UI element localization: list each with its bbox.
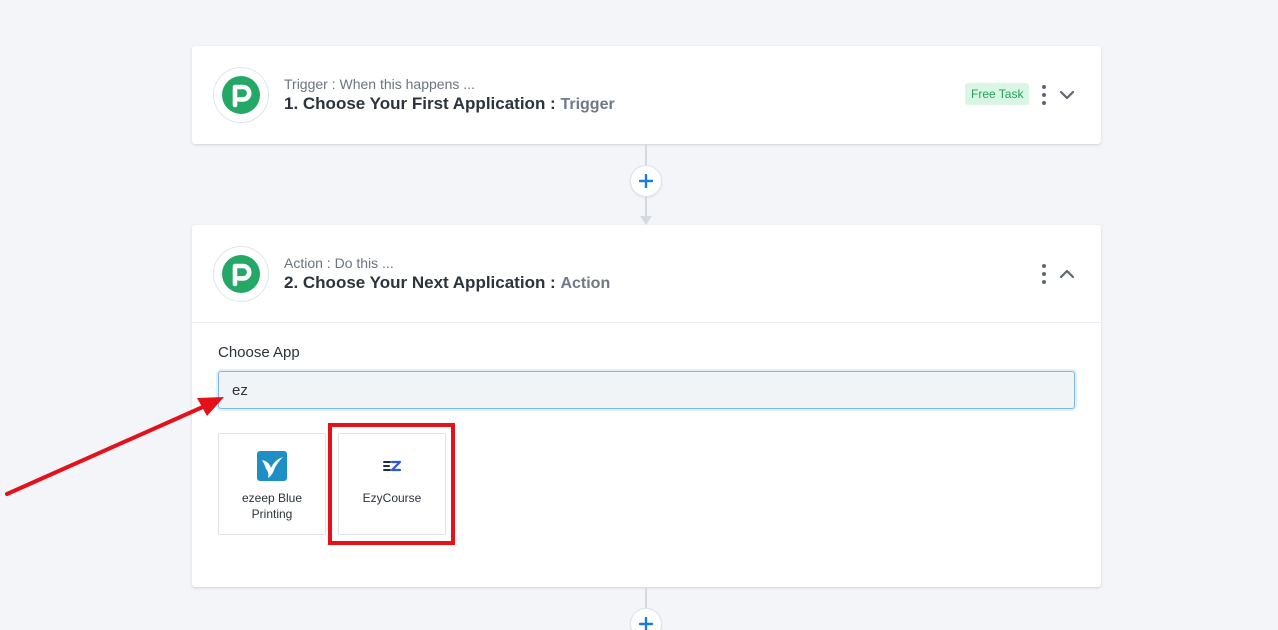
add-step-button[interactable]: [630, 608, 662, 630]
trigger-step-header[interactable]: Trigger : When this happens ... 1. Choos…: [192, 46, 1101, 144]
trigger-step-title-text: 1. Choose Your First Application :: [284, 94, 556, 113]
kebab-menu-icon[interactable]: [1037, 85, 1051, 105]
trigger-step-title: 1. Choose Your First Application : Trigg…: [284, 94, 615, 114]
add-step-button[interactable]: [630, 165, 662, 197]
pabbly-p-logo-icon: [213, 67, 269, 123]
free-task-badge: Free Task: [965, 83, 1030, 105]
plus-icon: [639, 174, 653, 188]
workflow-canvas: Trigger : When this happens ... 1. Choos…: [0, 0, 1278, 630]
trigger-step-title-suffix: Trigger: [560, 96, 615, 113]
pabbly-p-logo-icon: [213, 246, 269, 302]
action-step-title-text: 2. Choose Your Next Application :: [284, 273, 556, 292]
action-step-subtitle: Action : Do this ...: [284, 255, 394, 271]
ezycourse-ez-icon: [377, 451, 407, 481]
choose-app-search-input[interactable]: [218, 371, 1075, 409]
trigger-step-card[interactable]: Trigger : When this happens ... 1. Choos…: [192, 46, 1101, 144]
action-step-title: 2. Choose Your Next Application : Action: [284, 273, 610, 293]
plus-icon: [639, 617, 653, 630]
action-step-title-suffix: Action: [560, 275, 611, 292]
chevron-down-icon[interactable]: [1058, 86, 1076, 104]
ezeep-bird-icon: [257, 451, 287, 481]
app-tile-name: EzyCourse: [362, 491, 422, 505]
action-step-card: Action : Do this ... 2. Choose Your Next…: [192, 225, 1101, 587]
chevron-up-icon[interactable]: [1058, 265, 1076, 283]
connector-arrow-icon: [640, 216, 652, 225]
kebab-menu-icon[interactable]: [1037, 264, 1051, 284]
choose-app-label: Choose App: [218, 344, 300, 361]
trigger-step-subtitle: Trigger : When this happens ...: [284, 76, 475, 92]
app-tile-ezeep-blue-printing[interactable]: ezeep Blue Printing: [218, 433, 326, 535]
app-tile-name: ezeep Blue Printing: [241, 491, 303, 521]
action-step-header[interactable]: Action : Do this ... 2. Choose Your Next…: [192, 225, 1101, 323]
app-tile-ezycourse[interactable]: EzyCourse: [338, 433, 446, 535]
